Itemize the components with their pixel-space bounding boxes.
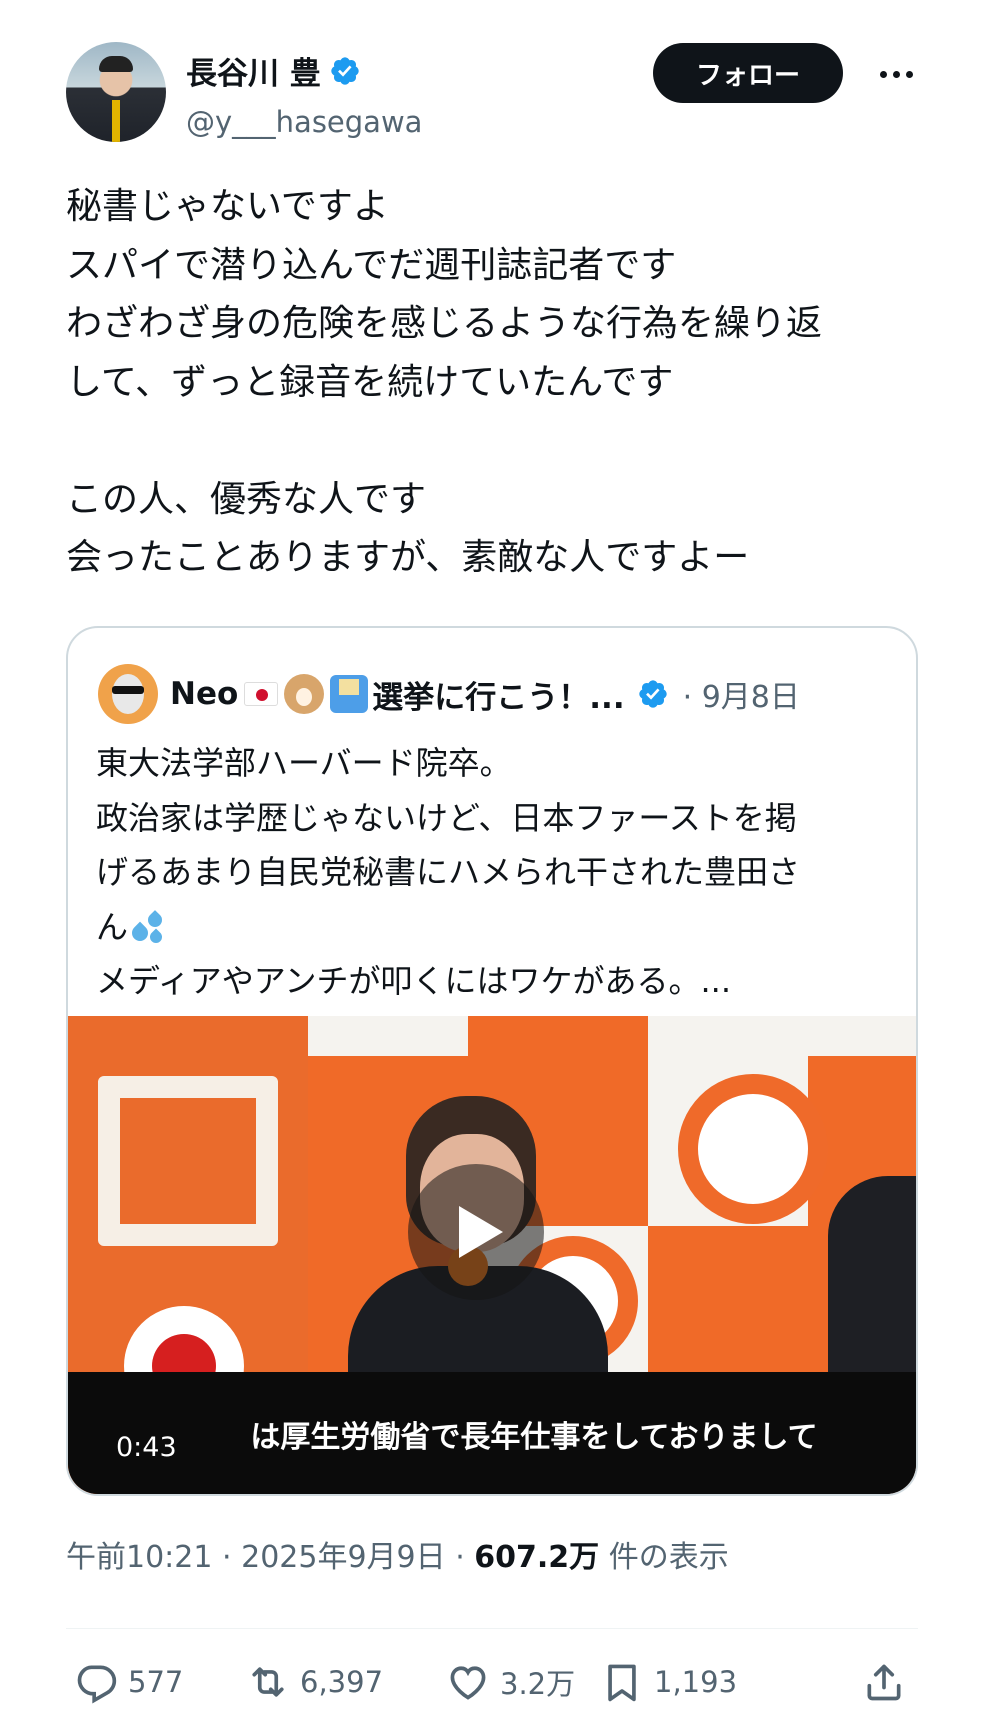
quoted-line: 東大法学部ハーバード院卒。 (96, 744, 512, 782)
party-logo-icon (678, 1074, 828, 1224)
quoted-line: げるあまり自民党秘書にハメられ干された豊田さ (96, 853, 801, 892)
video-caption: は厚生労働省で長年仕事をしておりまして (250, 1420, 818, 1455)
video-player[interactable]: は厚生労働省で長年仕事をしておりまして 0:43 (68, 1016, 916, 1494)
tweet-line: 会ったことありますが、素敵な人ですよー (66, 537, 750, 578)
repost-icon (252, 1667, 284, 1697)
repost-count: 6,397 (300, 1665, 384, 1699)
quoted-date[interactable]: · 9月8日 (683, 672, 800, 716)
quoted-line-with-emoji: ん (96, 900, 896, 955)
more-icon[interactable] (874, 56, 918, 92)
japan-flag-icon (244, 682, 279, 706)
quoted-avatar-glasses (112, 686, 144, 694)
video-backdrop-panel (648, 1016, 916, 1056)
quoted-display-name: Neo (170, 676, 239, 712)
bookmark-icon (608, 1664, 636, 1702)
repost-button[interactable]: 6,397 (246, 1652, 383, 1712)
author-name-block: 長谷川 豊 @y___hasegawa (186, 48, 422, 139)
like-button[interactable]: 3.2万 (446, 1652, 575, 1712)
quoted-avatar-face (112, 674, 144, 714)
quoted-text: 東大法学部ハーバード院卒。 政治家は学歴じゃないけど、日本ファーストを掲 げるあ… (96, 736, 896, 1009)
views-count[interactable]: 607.2万 (474, 1540, 599, 1575)
share-icon (867, 1664, 901, 1701)
verified-badge-icon (638, 680, 667, 708)
verified-badge-icon (331, 56, 359, 85)
tweet-line: 秘書じゃないですよ (66, 186, 389, 227)
quoted-header: Neo 選挙に行こう！... · 9月8日 (98, 664, 800, 724)
quoted-line: 政治家は学歴じゃないけど、日本ファーストを掲 (96, 798, 797, 837)
tweet-header: 長谷川 豊 @y___hasegawa フォロー (66, 42, 926, 142)
like-icon (450, 1666, 486, 1700)
tweet-line: わざわざ身の危険を感じるような行為を繰り返 (66, 303, 823, 344)
meta-separator: · (222, 1540, 232, 1575)
like-count: 3.2万 (500, 1667, 576, 1701)
tweet-date[interactable]: 2025年9月9日 (241, 1540, 446, 1575)
ballot-box-icon (330, 675, 369, 713)
tweet-text: 秘書じゃないですよ スパイで潜り込んでだ週刊誌記者です わざわざ身の危険を感じる… (66, 178, 926, 588)
dog-icon (284, 674, 325, 714)
video-banner-kanji (98, 1076, 278, 1246)
quoted-display-name-row[interactable]: Neo 選挙に行こう！... (170, 672, 669, 717)
views-label: 件の表示 (608, 1540, 729, 1575)
tweet-line: この人、優秀な人です (66, 478, 427, 520)
quoted-avatar[interactable] (98, 664, 158, 724)
quoted-line: ん (96, 907, 129, 946)
avatar-hair (99, 56, 133, 72)
author-display-name-row[interactable]: 長谷川 豊 (186, 48, 422, 93)
author-display-name[interactable]: 長谷川 豊 (186, 48, 321, 93)
reply-count: 577 (128, 1665, 184, 1699)
action-bar: 577 6,397 3.2万 1,193 (66, 1652, 918, 1712)
author-avatar[interactable] (66, 42, 166, 142)
author-handle[interactable]: @y___hasegawa (186, 105, 422, 139)
avatar-tie (112, 100, 120, 142)
video-backdrop-panel (308, 1016, 468, 1056)
reply-icon (77, 1665, 117, 1704)
share-button[interactable] (862, 1652, 916, 1712)
bookmark-count: 1,193 (654, 1665, 738, 1699)
bookmark-button[interactable]: 1,193 (600, 1652, 737, 1712)
tweet-line: して、ずっと録音を続けていたんです (66, 361, 674, 403)
divider (66, 1628, 918, 1629)
quoted-display-name-suffix: 選挙に行こう！... (372, 679, 625, 716)
video-duration: 0:43 (116, 1432, 177, 1463)
reply-button[interactable]: 577 (74, 1652, 183, 1712)
tweet-time[interactable]: 午前10:21 (66, 1540, 212, 1575)
quoted-tweet-card[interactable]: Neo 選挙に行こう！... · 9月8日 東大法学部ハーバード院卒。 政治家は… (66, 626, 918, 1496)
meta-separator: · (455, 1540, 465, 1575)
tweet-line: スパイで潜り込んでだ週刊誌記者です (66, 244, 677, 286)
play-icon[interactable] (408, 1164, 544, 1300)
follow-button[interactable]: フォロー (653, 43, 843, 103)
quoted-line: メディアやアンチが叩くにはワケがある。... (96, 962, 731, 1001)
tweet-line (66, 412, 926, 471)
tweet-meta: 午前10:21 · 2025年9月9日 · 607.2万 件の表示 (66, 1532, 729, 1576)
sweat-droplets-icon (128, 909, 168, 949)
